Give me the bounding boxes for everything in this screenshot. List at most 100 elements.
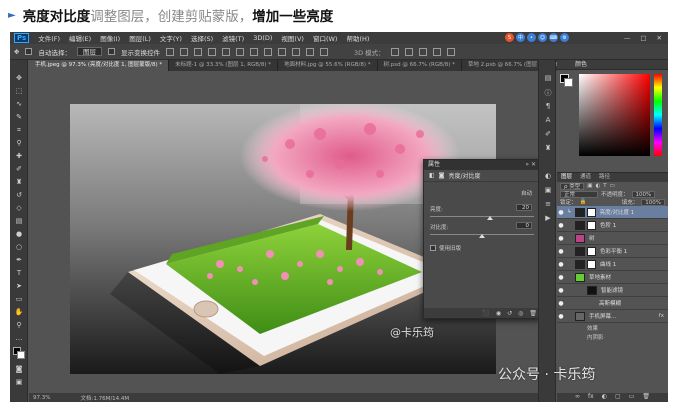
menu-view[interactable]: 视图(V) (281, 33, 304, 43)
menu-layer[interactable]: 图层(L) (129, 33, 151, 43)
auto-button[interactable]: 自动 (521, 189, 532, 197)
tab-paths[interactable]: 路径 (599, 173, 610, 182)
autoselect-checkbox[interactable] (25, 48, 33, 55)
distribute-hcenter-icon[interactable] (305, 47, 314, 56)
screen-mode-icon[interactable]: ▣ (14, 378, 24, 387)
minimize-icon[interactable]: — (624, 34, 631, 42)
adjustment-icon[interactable]: ◧ (429, 172, 435, 179)
filter-shape-icon[interactable]: ▭ (610, 183, 615, 189)
zoom-tool-icon[interactable]: ⚲ (14, 321, 24, 330)
ime-lang-icon[interactable]: 中 (516, 33, 525, 42)
visibility-eye-icon[interactable]: ● (557, 261, 565, 268)
layer-row[interactable]: ● 色阶 1 (557, 219, 668, 232)
move-tool-icon[interactable]: ✥ (14, 48, 19, 56)
3d-slide-icon[interactable] (432, 47, 441, 56)
move-tool-icon[interactable]: ✥ (14, 74, 24, 83)
visibility-eye-icon[interactable]: ● (557, 274, 565, 281)
clip-to-layer-icon[interactable]: ⬛ (482, 310, 489, 317)
new-layer-icon[interactable]: ▭ (629, 393, 635, 402)
clone-source-icon[interactable]: ♜ (543, 144, 553, 153)
opacity-input[interactable]: 100% (631, 190, 656, 198)
panel-close-icon[interactable]: » ✕ (525, 160, 536, 170)
distribute-right-icon[interactable] (319, 47, 328, 56)
align-vcenter-icon[interactable] (179, 47, 188, 56)
brush-tool-icon[interactable]: ✐ (14, 165, 24, 174)
visibility-eye-icon[interactable]: ● (557, 209, 565, 216)
layer-row[interactable]: ● 智能滤镜 (557, 284, 668, 297)
distribute-vcenter-icon[interactable] (263, 47, 272, 56)
stamp-tool-icon[interactable]: ♜ (14, 178, 24, 187)
3d-pan-icon[interactable] (418, 47, 427, 56)
eraser-tool-icon[interactable]: ◇ (14, 204, 24, 213)
hand-tool-icon[interactable]: ✋ (14, 308, 24, 317)
reset-icon[interactable]: ↺ (507, 310, 512, 317)
paragraph-icon[interactable]: ¶ (543, 102, 553, 111)
ime-emoji-icon[interactable]: ☺ (538, 33, 547, 42)
menu-help[interactable]: 帮助(H) (346, 33, 369, 43)
close-icon[interactable]: ✕ (657, 34, 662, 42)
3d-rotate-icon[interactable] (390, 47, 399, 56)
styles-icon[interactable]: ▣ (543, 186, 553, 195)
crop-tool-icon[interactable]: ⌗ (14, 126, 24, 135)
link-layers-icon[interactable]: ∞ (575, 393, 580, 402)
brightness-slider[interactable] (430, 216, 534, 217)
blend-mode-select[interactable]: 正常 (560, 190, 598, 198)
layer-row[interactable]: ● 草地素材 (557, 271, 668, 284)
hue-slider[interactable] (654, 74, 662, 156)
new-group-icon[interactable]: ▢ (615, 393, 621, 402)
maximize-icon[interactable]: □ (640, 34, 646, 42)
menu-window[interactable]: 窗口(W) (313, 33, 338, 43)
3d-scale-icon[interactable] (446, 47, 455, 56)
mask-icon[interactable]: ◙ (439, 172, 445, 179)
color-swatch-bg[interactable] (564, 78, 573, 87)
layer-row[interactable]: ● ↳ 亮度/对比度 1 (557, 206, 668, 219)
tab-ground-doc[interactable]: 地面材料.jpg @ 55.6% (RGB/8) * (278, 60, 378, 71)
zoom-level[interactable]: 97.3% (33, 395, 50, 401)
filter-type-icon[interactable]: T (603, 183, 606, 189)
align-bottom-icon[interactable] (193, 47, 202, 56)
adjustments-icon[interactable]: ◐ (543, 172, 553, 181)
menu-select[interactable]: 选择(S) (191, 33, 213, 43)
quick-select-tool-icon[interactable]: ✎ (14, 113, 24, 122)
layer-row[interactable]: ● 色彩平衡 1 (557, 245, 668, 258)
delete-layer-icon[interactable]: 🗑 (642, 393, 650, 402)
type-tool-icon[interactable]: T (14, 269, 24, 278)
tab-phone-doc[interactable]: 手机.jpeg @ 97.3% (亮度/对比度 1, 图层蒙版/8) * (29, 60, 170, 71)
path-select-tool-icon[interactable]: ➤ (14, 282, 24, 291)
blur-tool-icon[interactable]: ● (14, 230, 24, 239)
visibility-eye-icon[interactable]: ● (557, 313, 565, 320)
menu-image[interactable]: 图像(I) (100, 33, 120, 43)
fx-badge[interactable]: fx (659, 313, 664, 319)
menu-type[interactable]: 文字(Y) (160, 33, 182, 43)
eyedropper-tool-icon[interactable]: ⚲ (14, 139, 24, 148)
align-hcenter-icon[interactable] (221, 47, 230, 56)
layer-kind-filter[interactable]: ρ 类型 (560, 182, 585, 190)
tab-channels[interactable]: 通道 (580, 173, 591, 182)
pen-tool-icon[interactable]: ✒ (14, 256, 24, 265)
align-left-icon[interactable] (207, 47, 216, 56)
visibility-eye-icon[interactable]: ● (557, 235, 565, 242)
transform-checkbox[interactable] (107, 48, 115, 55)
distribute-left-icon[interactable] (291, 47, 300, 56)
properties-icon[interactable]: ≡ (543, 200, 553, 209)
shape-tool-icon[interactable]: ▭ (14, 295, 24, 304)
ime-punct-icon[interactable]: • (527, 33, 536, 42)
tab-layers[interactable]: 图层 (561, 173, 572, 182)
menu-filter[interactable]: 滤镜(T) (222, 33, 244, 43)
sogou-logo-icon[interactable]: S (505, 33, 514, 42)
delete-adjustment-icon[interactable]: 🗑 (529, 310, 537, 317)
color-spectrum[interactable] (579, 74, 650, 156)
new-adjustment-icon[interactable]: ◐ (602, 393, 607, 402)
color-panel-header[interactable]: 颜色 (557, 60, 668, 70)
character-icon[interactable]: A (543, 116, 553, 125)
fill-input[interactable]: 100% (641, 198, 665, 206)
filter-adjust-icon[interactable]: ◐ (595, 183, 600, 189)
tab-tree-doc[interactable]: 树.psd @ 66.7% (RGB/8) * (377, 60, 462, 71)
align-right-icon[interactable] (235, 47, 244, 56)
healing-tool-icon[interactable]: ✚ (14, 152, 24, 161)
layer-row[interactable]: ● 手机屏幕... fx (557, 310, 668, 323)
brightness-input[interactable]: 20 (516, 204, 532, 211)
lock-icon[interactable]: 🔒 (580, 199, 587, 205)
menu-3d[interactable]: 3D(D) (253, 34, 272, 42)
view-previous-icon[interactable]: ◉ (496, 310, 501, 317)
